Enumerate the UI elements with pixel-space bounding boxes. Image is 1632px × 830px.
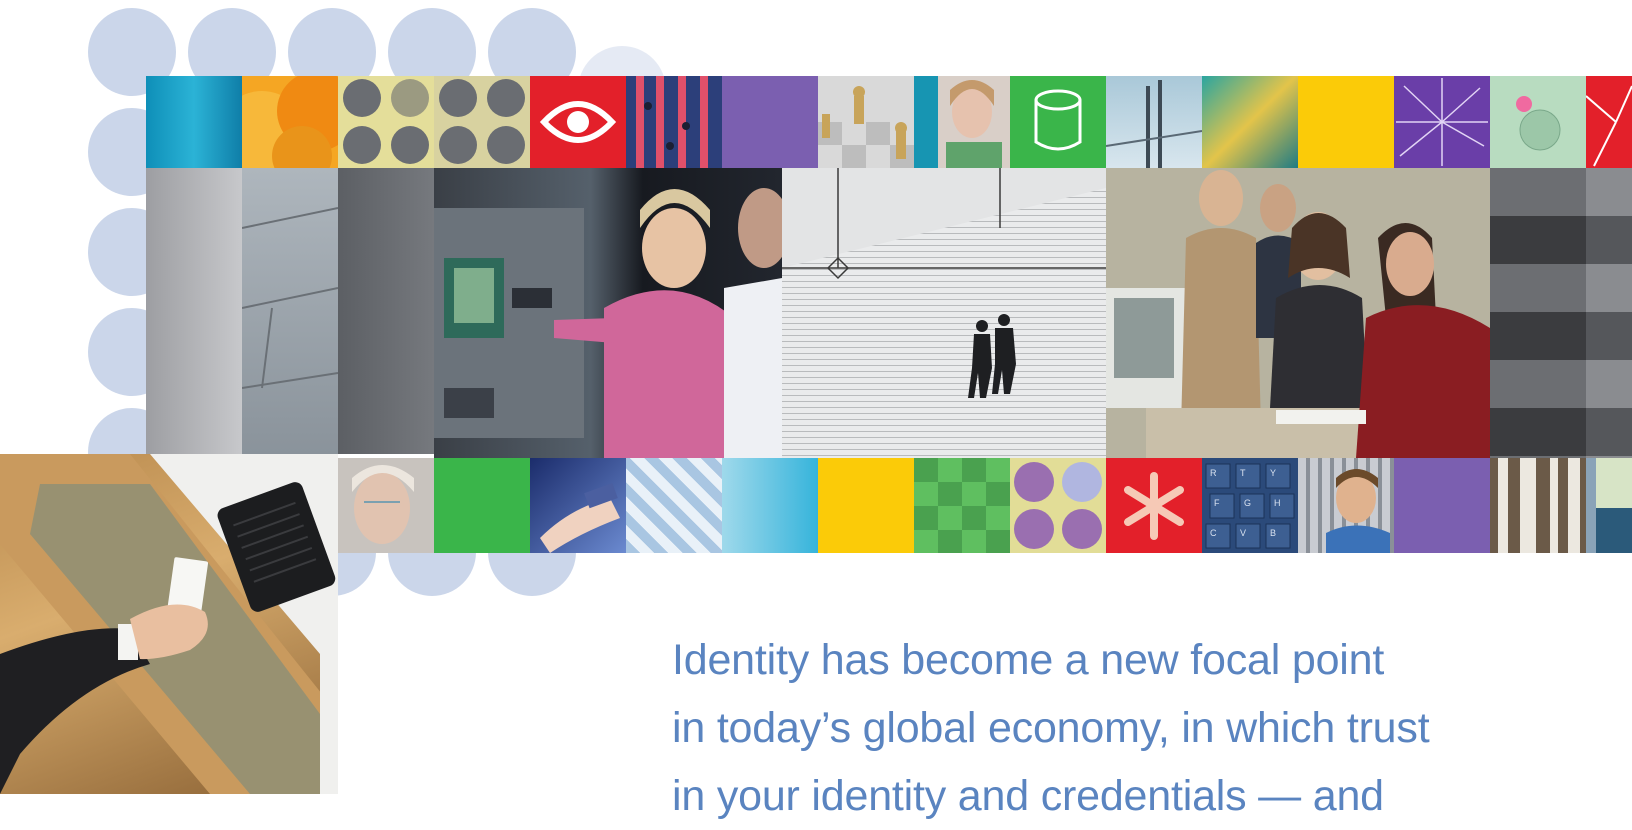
key-v: V <box>1240 528 1246 538</box>
tile-stone-steps <box>242 168 338 454</box>
key-f: F <box>1214 498 1220 508</box>
database-icon <box>1034 89 1082 151</box>
tile-red-asterisk <box>1106 458 1202 553</box>
tile-purple-2 <box>1394 458 1490 553</box>
tile-yellow-2 <box>818 458 914 553</box>
tile-birch-trees <box>1490 458 1586 553</box>
tile-gray-dots-1 <box>338 76 434 168</box>
tile-eye <box>530 76 626 168</box>
tile-gray-bands <box>1490 168 1632 458</box>
tile-dandelion <box>1394 76 1490 168</box>
tile-green-grid <box>914 458 1010 553</box>
headline-line-1: Identity has become a new focal point <box>672 636 1385 684</box>
tile-smiling-man <box>1298 458 1394 553</box>
photo-office-service-desk <box>1106 168 1490 458</box>
tile-gray-dots-2 <box>434 76 530 168</box>
tile-crystals <box>626 458 722 553</box>
headline-line-3: in your identity and credentials — and <box>672 772 1384 820</box>
tile-woman-portrait <box>914 76 1010 168</box>
tile-database <box>1010 76 1106 168</box>
orange-icon <box>242 76 338 168</box>
tile-green-1 <box>434 458 530 553</box>
tile-keyboard: R T Y F G H C V B <box>1202 458 1298 553</box>
photo-atm-customer <box>434 168 782 458</box>
headline: Identity has become a new focal point in… <box>672 626 1572 830</box>
tile-dark-gray <box>338 168 434 454</box>
tile-sky <box>722 458 818 553</box>
chess-icon <box>818 86 914 168</box>
tile-hand-card <box>530 458 626 553</box>
tile-bridge <box>1106 76 1202 168</box>
tile-teal <box>146 76 242 168</box>
tile-yellow <box>1298 76 1394 168</box>
tile-older-woman <box>338 458 434 553</box>
photo-stairs-walkers <box>782 168 1106 458</box>
key-b: B <box>1270 528 1276 538</box>
asterisk-icon <box>1124 472 1184 540</box>
headline-line-2: in today’s global economy, in which trus… <box>672 704 1430 752</box>
tile-fingerprint <box>1202 76 1298 168</box>
photo-access-card-reader <box>0 454 338 794</box>
tile-chess <box>818 76 914 168</box>
tile-purple <box>722 76 818 168</box>
key-h: H <box>1274 498 1281 508</box>
key-r: R <box>1210 468 1217 478</box>
key-t: T <box>1240 468 1246 478</box>
key-c: C <box>1210 528 1217 538</box>
tile-red-star <box>1586 76 1632 168</box>
tile-edge-teal <box>1586 458 1632 553</box>
tile-cells <box>1490 76 1586 168</box>
tile-orange-fruit <box>242 76 338 168</box>
tile-crosswalk <box>626 76 722 168</box>
key-y: Y <box>1270 468 1276 478</box>
eye-icon <box>539 101 617 143</box>
tile-purple-dots <box>1010 458 1106 553</box>
tile-gray-stripes <box>146 168 242 454</box>
key-g: G <box>1244 498 1251 508</box>
